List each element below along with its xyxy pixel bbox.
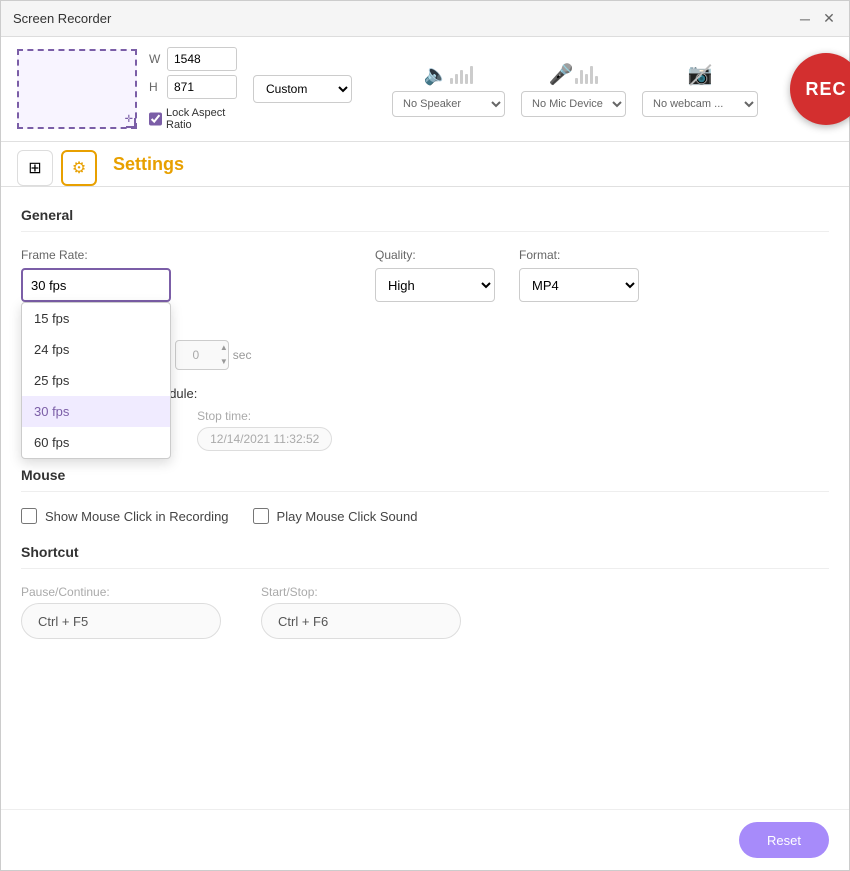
sec-spinners: ▲ ▼	[220, 341, 228, 369]
play-sound-checkbox[interactable]	[253, 508, 269, 524]
fps-option-60[interactable]: 60 fps	[22, 427, 170, 458]
main-settings-row: Frame Rate: 15 fps 24 fps 25 fps 30 fps …	[21, 248, 829, 302]
move-icon: ✛	[125, 114, 133, 125]
frame-rate-select-wrap: 15 fps 24 fps 25 fps 30 fps 60 fps 15 fp…	[21, 268, 171, 302]
settings-title: Settings	[113, 154, 184, 183]
bar-3	[460, 70, 463, 84]
fps-option-24[interactable]: 24 fps	[22, 334, 170, 365]
stop-time-group: Stop time: 12/14/2021 11:32:52	[197, 409, 332, 451]
shortcut-header: Shortcut	[21, 544, 829, 569]
show-click-checkbox[interactable]	[21, 508, 37, 524]
rec-button[interactable]: REC	[790, 53, 850, 125]
play-sound-label: Play Mouse Click Sound	[277, 509, 418, 524]
frame-rate-group: Frame Rate: 15 fps 24 fps 25 fps 30 fps …	[21, 248, 171, 302]
width-label: W	[149, 52, 163, 66]
height-label: H	[149, 80, 163, 94]
window-controls: ─ ✕	[797, 11, 837, 27]
tab-settings[interactable]: ⚙	[61, 150, 97, 186]
lock-aspect-label: Lock Aspect Ratio	[166, 107, 237, 131]
titlebar: Screen Recorder ─ ✕	[1, 1, 849, 37]
mouse-section: Mouse Show Mouse Click in Recording Play…	[21, 467, 829, 524]
show-click-label: Show Mouse Click in Recording	[45, 509, 229, 524]
sec-down-btn[interactable]: ▼	[220, 355, 228, 369]
play-sound-item: Play Mouse Click Sound	[253, 508, 418, 524]
footer: Reset	[1, 809, 849, 870]
mbar-1	[575, 78, 578, 84]
mic-bars	[575, 64, 598, 84]
webcam-device: 📷 No webcam ... Default Webcam	[642, 62, 758, 117]
quality-select[interactable]: High Medium Low	[375, 268, 495, 302]
reset-button[interactable]: Reset	[739, 822, 829, 858]
quality-group: Quality: High Medium Low	[375, 248, 495, 302]
preset-select-wrap: Custom Full Screen 1920x1080 1280x720	[253, 75, 352, 103]
speaker-bars	[450, 64, 473, 84]
show-click-item: Show Mouse Click in Recording	[21, 508, 229, 524]
mbar-3	[585, 74, 588, 84]
fps-option-30[interactable]: 30 fps	[22, 396, 170, 427]
mouse-options-row: Show Mouse Click in Recording Play Mouse…	[21, 508, 829, 524]
start-stop-input[interactable]	[261, 603, 461, 639]
format-label: Format:	[519, 248, 639, 262]
sec-field-group: ▲ ▼	[175, 340, 229, 370]
speaker-icon: 🔈	[424, 62, 449, 87]
width-input[interactable]	[167, 47, 237, 71]
sec-input[interactable]	[176, 341, 216, 369]
frame-rate-select[interactable]: 15 fps 24 fps 25 fps 30 fps 60 fps	[21, 268, 171, 302]
toolbar: ✛ W H Lock Aspect Ratio	[1, 37, 849, 142]
frame-rate-label: Frame Rate:	[21, 248, 171, 262]
webcam-icon: 📷	[688, 62, 713, 87]
webcam-select[interactable]: No webcam ... Default Webcam	[642, 91, 758, 117]
main-window: Screen Recorder ─ ✕ ✛ W H	[0, 0, 850, 871]
mic-select[interactable]: No Mic Device Default Mic	[521, 91, 626, 117]
fps-option-15[interactable]: 15 fps	[22, 303, 170, 334]
bar-4	[465, 74, 468, 84]
pause-shortcut-group: Pause/Continue:	[21, 585, 221, 639]
speaker-device: 🔈 No Speaker Default Speaker	[392, 62, 505, 117]
format-select[interactable]: MP4 MOV AVI GIF	[519, 268, 639, 302]
minimize-button[interactable]: ─	[797, 11, 813, 27]
recording-area: ✛ W H Lock Aspect Ratio	[17, 47, 237, 131]
settings-content: General Frame Rate: 15 fps 24 fps 25 fps…	[1, 187, 849, 809]
tab-bar: ⊞ ⚙ Settings	[1, 142, 849, 187]
start-stop-shortcut-group: Start/Stop:	[261, 585, 461, 639]
speaker-select[interactable]: No Speaker Default Speaker	[392, 91, 505, 117]
fps-option-25[interactable]: 25 fps	[22, 365, 170, 396]
mic-device: 🎤 No Mic Device Default Mic	[521, 62, 626, 117]
format-group: Format: MP4 MOV AVI GIF	[519, 248, 639, 302]
pause-label: Pause/Continue:	[21, 585, 221, 599]
tab-capture[interactable]: ⊞	[17, 150, 53, 186]
preset-select[interactable]: Custom Full Screen 1920x1080 1280x720	[253, 75, 352, 103]
sec-unit: sec	[233, 340, 252, 370]
capture-preview[interactable]: ✛	[17, 49, 137, 129]
mbar-5	[595, 76, 598, 84]
stop-time-value[interactable]: 12/14/2021 11:32:52	[197, 427, 332, 451]
general-header: General	[21, 207, 829, 232]
shortcut-section: Shortcut Pause/Continue: Start/Stop:	[21, 544, 829, 639]
mbar-2	[580, 70, 583, 84]
mic-icon: 🎤	[549, 62, 574, 87]
lock-aspect-row: Lock Aspect Ratio	[149, 107, 237, 131]
bar-5	[470, 66, 473, 84]
start-stop-label: Start/Stop:	[261, 585, 461, 599]
frame-rate-dropdown-menu: 15 fps 24 fps 25 fps 30 fps 60 fps	[21, 302, 171, 459]
close-button[interactable]: ✕	[821, 11, 837, 27]
dimensions-panel: W H	[149, 47, 237, 99]
shortcut-row: Pause/Continue: Start/Stop:	[21, 585, 829, 639]
quality-label: Quality:	[375, 248, 495, 262]
height-input[interactable]	[167, 75, 237, 99]
window-title: Screen Recorder	[13, 11, 111, 26]
stop-time-label: Stop time:	[197, 409, 332, 423]
sec-up-btn[interactable]: ▲	[220, 341, 228, 355]
lock-aspect-checkbox[interactable]	[149, 112, 162, 126]
bar-1	[450, 78, 453, 84]
pause-input[interactable]	[21, 603, 221, 639]
bar-2	[455, 74, 458, 84]
mouse-header: Mouse	[21, 467, 829, 492]
mbar-4	[590, 66, 593, 84]
